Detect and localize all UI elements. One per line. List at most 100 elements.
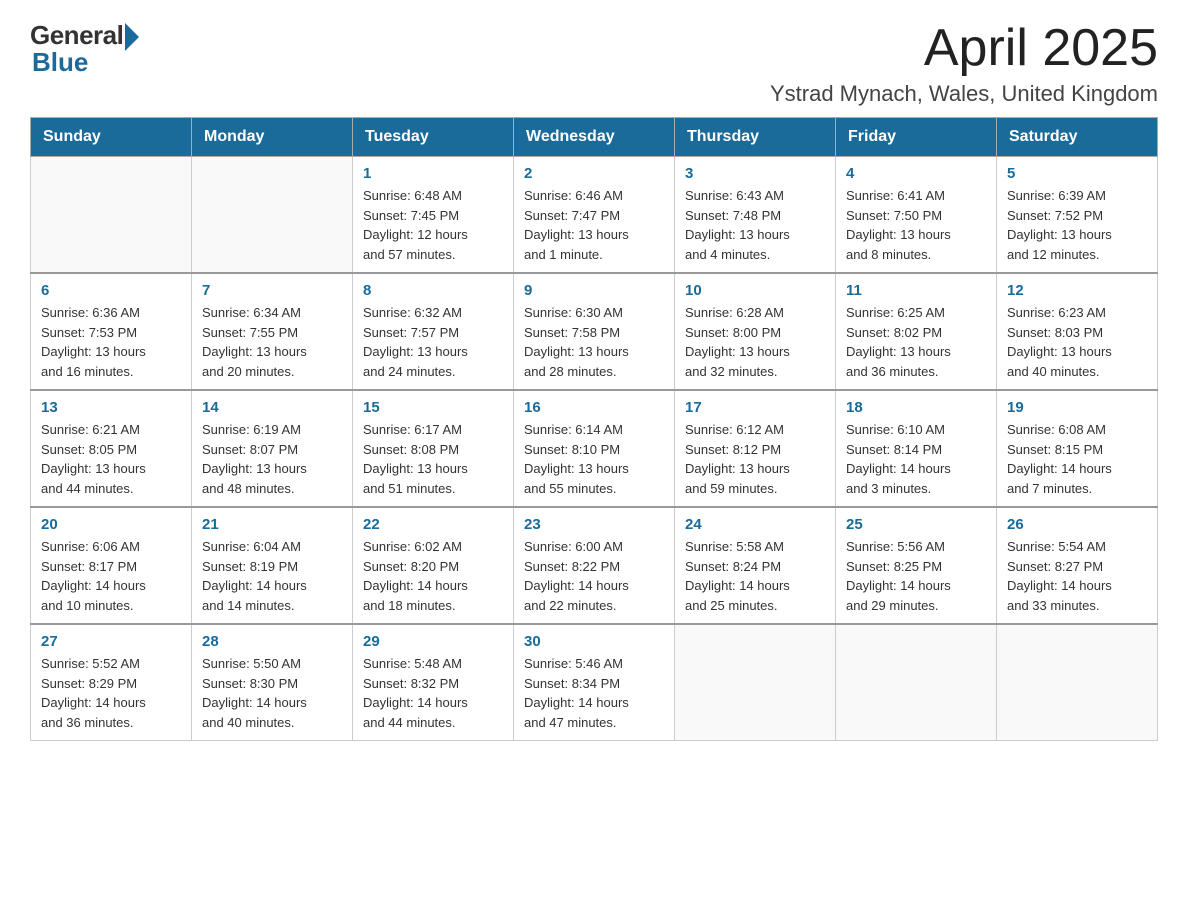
calendar-cell: 16 Sunrise: 6:14 AM Sunset: 8:10 PM Dayli…	[514, 390, 675, 507]
day-number: 30	[524, 633, 664, 650]
weekday-header-saturday: Saturday	[997, 118, 1158, 157]
calendar-cell: 5 Sunrise: 6:39 AM Sunset: 7:52 PM Daylig…	[997, 157, 1158, 274]
calendar-cell: 27 Sunrise: 5:52 AM Sunset: 8:29 PM Dayli…	[31, 624, 192, 741]
calendar-table: SundayMondayTuesdayWednesdayThursdayFrid…	[30, 117, 1158, 741]
day-info: Sunrise: 6:30 AM Sunset: 7:58 PM Dayligh…	[524, 303, 664, 381]
calendar-cell: 3 Sunrise: 6:43 AM Sunset: 7:48 PM Daylig…	[675, 157, 836, 274]
weekday-header-friday: Friday	[836, 118, 997, 157]
day-info: Sunrise: 6:04 AM Sunset: 8:19 PM Dayligh…	[202, 537, 342, 615]
day-number: 7	[202, 282, 342, 299]
day-info: Sunrise: 6:06 AM Sunset: 8:17 PM Dayligh…	[41, 537, 181, 615]
day-number: 29	[363, 633, 503, 650]
calendar-cell: 11 Sunrise: 6:25 AM Sunset: 8:02 PM Dayli…	[836, 273, 997, 390]
calendar-cell: 13 Sunrise: 6:21 AM Sunset: 8:05 PM Dayli…	[31, 390, 192, 507]
day-number: 12	[1007, 282, 1147, 299]
calendar-cell: 20 Sunrise: 6:06 AM Sunset: 8:17 PM Dayli…	[31, 507, 192, 624]
day-info: Sunrise: 6:41 AM Sunset: 7:50 PM Dayligh…	[846, 186, 986, 264]
calendar-cell: 4Sunrise: 6:41 AM Sunset: 7:50 PM Daylig…	[836, 157, 997, 274]
calendar-cell: 30 Sunrise: 5:46 AM Sunset: 8:34 PM Dayli…	[514, 624, 675, 741]
calendar-cell: 2 Sunrise: 6:46 AM Sunset: 7:47 PM Daylig…	[514, 157, 675, 274]
day-number: 25	[846, 516, 986, 533]
day-number: 3	[685, 165, 825, 182]
calendar-cell	[675, 624, 836, 741]
calendar-week-2: 6 Sunrise: 6:36 AM Sunset: 7:53 PM Daylig…	[31, 273, 1158, 390]
day-info: Sunrise: 6:00 AM Sunset: 8:22 PM Dayligh…	[524, 537, 664, 615]
day-number: 9	[524, 282, 664, 299]
calendar-cell: 7 Sunrise: 6:34 AM Sunset: 7:55 PM Daylig…	[192, 273, 353, 390]
day-number: 2	[524, 165, 664, 182]
day-info: Sunrise: 6:21 AM Sunset: 8:05 PM Dayligh…	[41, 420, 181, 498]
day-number: 1	[363, 165, 503, 182]
day-info: Sunrise: 6:43 AM Sunset: 7:48 PM Dayligh…	[685, 186, 825, 264]
calendar-cell: 18 Sunrise: 6:10 AM Sunset: 8:14 PM Dayli…	[836, 390, 997, 507]
day-number: 13	[41, 399, 181, 416]
calendar-cell	[31, 157, 192, 274]
calendar-week-5: 27 Sunrise: 5:52 AM Sunset: 8:29 PM Dayli…	[31, 624, 1158, 741]
calendar-cell	[997, 624, 1158, 741]
calendar-cell: 28 Sunrise: 5:50 AM Sunset: 8:30 PM Dayli…	[192, 624, 353, 741]
day-info: Sunrise: 6:46 AM Sunset: 7:47 PM Dayligh…	[524, 186, 664, 264]
day-info: Sunrise: 5:50 AM Sunset: 8:30 PM Dayligh…	[202, 654, 342, 732]
day-number: 22	[363, 516, 503, 533]
calendar-week-3: 13 Sunrise: 6:21 AM Sunset: 8:05 PM Dayli…	[31, 390, 1158, 507]
day-number: 23	[524, 516, 664, 533]
day-info: Sunrise: 6:23 AM Sunset: 8:03 PM Dayligh…	[1007, 303, 1147, 381]
day-number: 14	[202, 399, 342, 416]
day-info: Sunrise: 6:48 AM Sunset: 7:45 PM Dayligh…	[363, 186, 503, 264]
title-section: April 2025 Ystrad Mynach, Wales, United …	[770, 20, 1158, 107]
day-info: Sunrise: 6:19 AM Sunset: 8:07 PM Dayligh…	[202, 420, 342, 498]
day-info: Sunrise: 6:36 AM Sunset: 7:53 PM Dayligh…	[41, 303, 181, 381]
calendar-cell: 29 Sunrise: 5:48 AM Sunset: 8:32 PM Dayli…	[353, 624, 514, 741]
logo-arrow-icon	[125, 23, 139, 51]
weekday-header-wednesday: Wednesday	[514, 118, 675, 157]
weekday-header-tuesday: Tuesday	[353, 118, 514, 157]
day-info: Sunrise: 5:52 AM Sunset: 8:29 PM Dayligh…	[41, 654, 181, 732]
day-number: 17	[685, 399, 825, 416]
day-number: 21	[202, 516, 342, 533]
day-number: 15	[363, 399, 503, 416]
calendar-cell: 9 Sunrise: 6:30 AM Sunset: 7:58 PM Daylig…	[514, 273, 675, 390]
day-number: 11	[846, 282, 986, 299]
day-number: 24	[685, 516, 825, 533]
calendar-cell: 19 Sunrise: 6:08 AM Sunset: 8:15 PM Dayli…	[997, 390, 1158, 507]
day-number: 8	[363, 282, 503, 299]
calendar-week-4: 20 Sunrise: 6:06 AM Sunset: 8:17 PM Dayli…	[31, 507, 1158, 624]
logo-blue-text: Blue	[32, 47, 88, 78]
day-number: 19	[1007, 399, 1147, 416]
calendar-cell: 10 Sunrise: 6:28 AM Sunset: 8:00 PM Dayli…	[675, 273, 836, 390]
day-info: Sunrise: 5:48 AM Sunset: 8:32 PM Dayligh…	[363, 654, 503, 732]
calendar-cell: 26 Sunrise: 5:54 AM Sunset: 8:27 PM Dayli…	[997, 507, 1158, 624]
day-info: Sunrise: 6:10 AM Sunset: 8:14 PM Dayligh…	[846, 420, 986, 498]
day-number: 10	[685, 282, 825, 299]
day-info: Sunrise: 5:46 AM Sunset: 8:34 PM Dayligh…	[524, 654, 664, 732]
weekday-header-thursday: Thursday	[675, 118, 836, 157]
day-number: 18	[846, 399, 986, 416]
day-info: Sunrise: 6:14 AM Sunset: 8:10 PM Dayligh…	[524, 420, 664, 498]
day-info: Sunrise: 5:58 AM Sunset: 8:24 PM Dayligh…	[685, 537, 825, 615]
day-number: 20	[41, 516, 181, 533]
calendar-cell: 8Sunrise: 6:32 AM Sunset: 7:57 PM Daylig…	[353, 273, 514, 390]
day-number: 28	[202, 633, 342, 650]
calendar-cell: 15Sunrise: 6:17 AM Sunset: 8:08 PM Dayli…	[353, 390, 514, 507]
day-number: 5	[1007, 165, 1147, 182]
weekday-header-row: SundayMondayTuesdayWednesdayThursdayFrid…	[31, 118, 1158, 157]
calendar-cell	[836, 624, 997, 741]
day-number: 27	[41, 633, 181, 650]
day-info: Sunrise: 6:28 AM Sunset: 8:00 PM Dayligh…	[685, 303, 825, 381]
day-info: Sunrise: 6:25 AM Sunset: 8:02 PM Dayligh…	[846, 303, 986, 381]
day-info: Sunrise: 6:08 AM Sunset: 8:15 PM Dayligh…	[1007, 420, 1147, 498]
day-info: Sunrise: 6:34 AM Sunset: 7:55 PM Dayligh…	[202, 303, 342, 381]
calendar-cell: 22Sunrise: 6:02 AM Sunset: 8:20 PM Dayli…	[353, 507, 514, 624]
calendar-week-1: 1 Sunrise: 6:48 AM Sunset: 7:45 PM Daylig…	[31, 157, 1158, 274]
day-number: 26	[1007, 516, 1147, 533]
location-subtitle: Ystrad Mynach, Wales, United Kingdom	[770, 81, 1158, 107]
calendar-cell: 1 Sunrise: 6:48 AM Sunset: 7:45 PM Daylig…	[353, 157, 514, 274]
calendar-cell: 14 Sunrise: 6:19 AM Sunset: 8:07 PM Dayli…	[192, 390, 353, 507]
day-number: 6	[41, 282, 181, 299]
day-info: Sunrise: 5:54 AM Sunset: 8:27 PM Dayligh…	[1007, 537, 1147, 615]
calendar-cell: 25 Sunrise: 5:56 AM Sunset: 8:25 PM Dayli…	[836, 507, 997, 624]
day-info: Sunrise: 5:56 AM Sunset: 8:25 PM Dayligh…	[846, 537, 986, 615]
day-info: Sunrise: 6:39 AM Sunset: 7:52 PM Dayligh…	[1007, 186, 1147, 264]
weekday-header-sunday: Sunday	[31, 118, 192, 157]
day-number: 16	[524, 399, 664, 416]
